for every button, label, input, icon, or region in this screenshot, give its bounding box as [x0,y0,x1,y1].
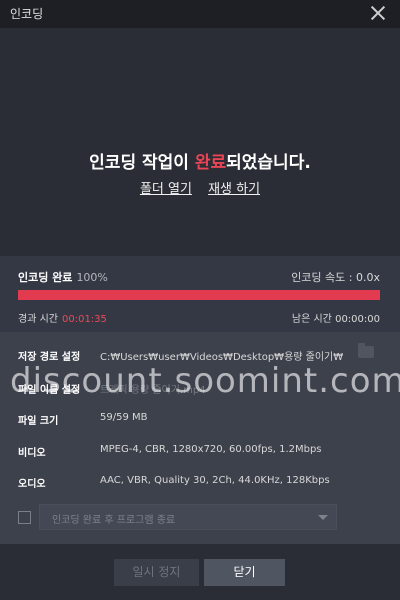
save-path-row: 저장 경로 설정 C:₩Users₩user₩Videos₩Desktop₩용량… [0,344,400,364]
folder-icon[interactable] [358,343,374,358]
after-complete-text: 인코딩 완료 후 프로그램 종료 [52,515,176,526]
progress-label: 인코딩 완료 [18,271,73,284]
message-after: 되었습니다. [226,153,311,173]
progress-bar-fill [18,290,380,300]
remaining-label: 남은 시간 [291,314,332,325]
after-complete-select[interactable]: 인코딩 완료 후 프로그램 종료 [39,504,337,530]
file-size-row: 파일 크기 59/59 MB [0,408,400,428]
encoding-speed: 인코딩 속도 : 0.0x [291,271,380,284]
remaining-time: 남은 시간 00:00:00 [292,310,380,325]
title-bar: 인코딩 [0,0,400,28]
progress-percent: 100% [76,271,108,284]
file-name-value[interactable]: 트래픽 용량 줄이기.mp4 [100,381,206,396]
completion-panel: 인코딩 작업이 완료되었습니다. 폴더 열기 재생 하기 [0,28,400,256]
chevron-down-icon [318,515,328,520]
save-path-value[interactable]: C:₩Users₩user₩Videos₩Desktop₩용량 줄이기₩ [100,348,343,363]
audio-row: 오디오 AAC, VBR, Quality 30, 2Ch, 44.0KHz, … [0,471,400,491]
video-value: MPEG-4, CBR, 1280x720, 60.00fps, 1.2Mbps [100,444,322,455]
progress-bar [18,290,380,300]
open-folder-link[interactable]: 폴더 열기 [140,182,192,197]
progress-status: 인코딩 완료 100% [18,269,108,285]
audio-label: 오디오 [18,479,46,490]
audio-value: AAC, VBR, Quality 30, 2Ch, 44.0KHz, 128K… [100,475,330,486]
file-name-row: 파일 이름 설정 트래픽 용량 줄이기.mp4 [0,377,400,397]
window-title: 인코딩 [10,7,44,21]
after-complete-checkbox[interactable] [18,511,31,524]
file-name-label: 파일 이름 설정 [18,385,81,396]
footer [0,544,400,600]
file-size-label: 파일 크기 [18,416,59,427]
file-size-value: 59/59 MB [100,412,148,423]
video-row: 비디오 MPEG-4, CBR, 1280x720, 60.00fps, 1.2… [0,440,400,460]
close-icon[interactable] [370,5,386,21]
video-label: 비디오 [18,448,46,459]
save-path-label: 저장 경로 설정 [18,352,81,363]
elapsed-label: 경과 시간 [18,314,58,325]
remaining-value: 00:00:00 [335,314,380,325]
message-highlight: 완료 [194,153,227,173]
action-links: 폴더 열기 재생 하기 [0,178,400,197]
message-before: 인코딩 작업이 [89,153,195,173]
close-button[interactable]: 닫기 [204,559,285,586]
pause-button[interactable]: 일시 정지 [114,559,199,586]
elapsed-value: 00:01:35 [61,314,107,325]
completion-message: 인코딩 작업이 완료되었습니다. [0,148,400,173]
elapsed-time: 경과 시간 00:01:35 [18,310,107,325]
progress-section: 인코딩 완료 100% 인코딩 속도 : 0.0x 경과 시간 00:01:35 남… [0,256,400,332]
play-link[interactable]: 재생 하기 [208,182,260,197]
